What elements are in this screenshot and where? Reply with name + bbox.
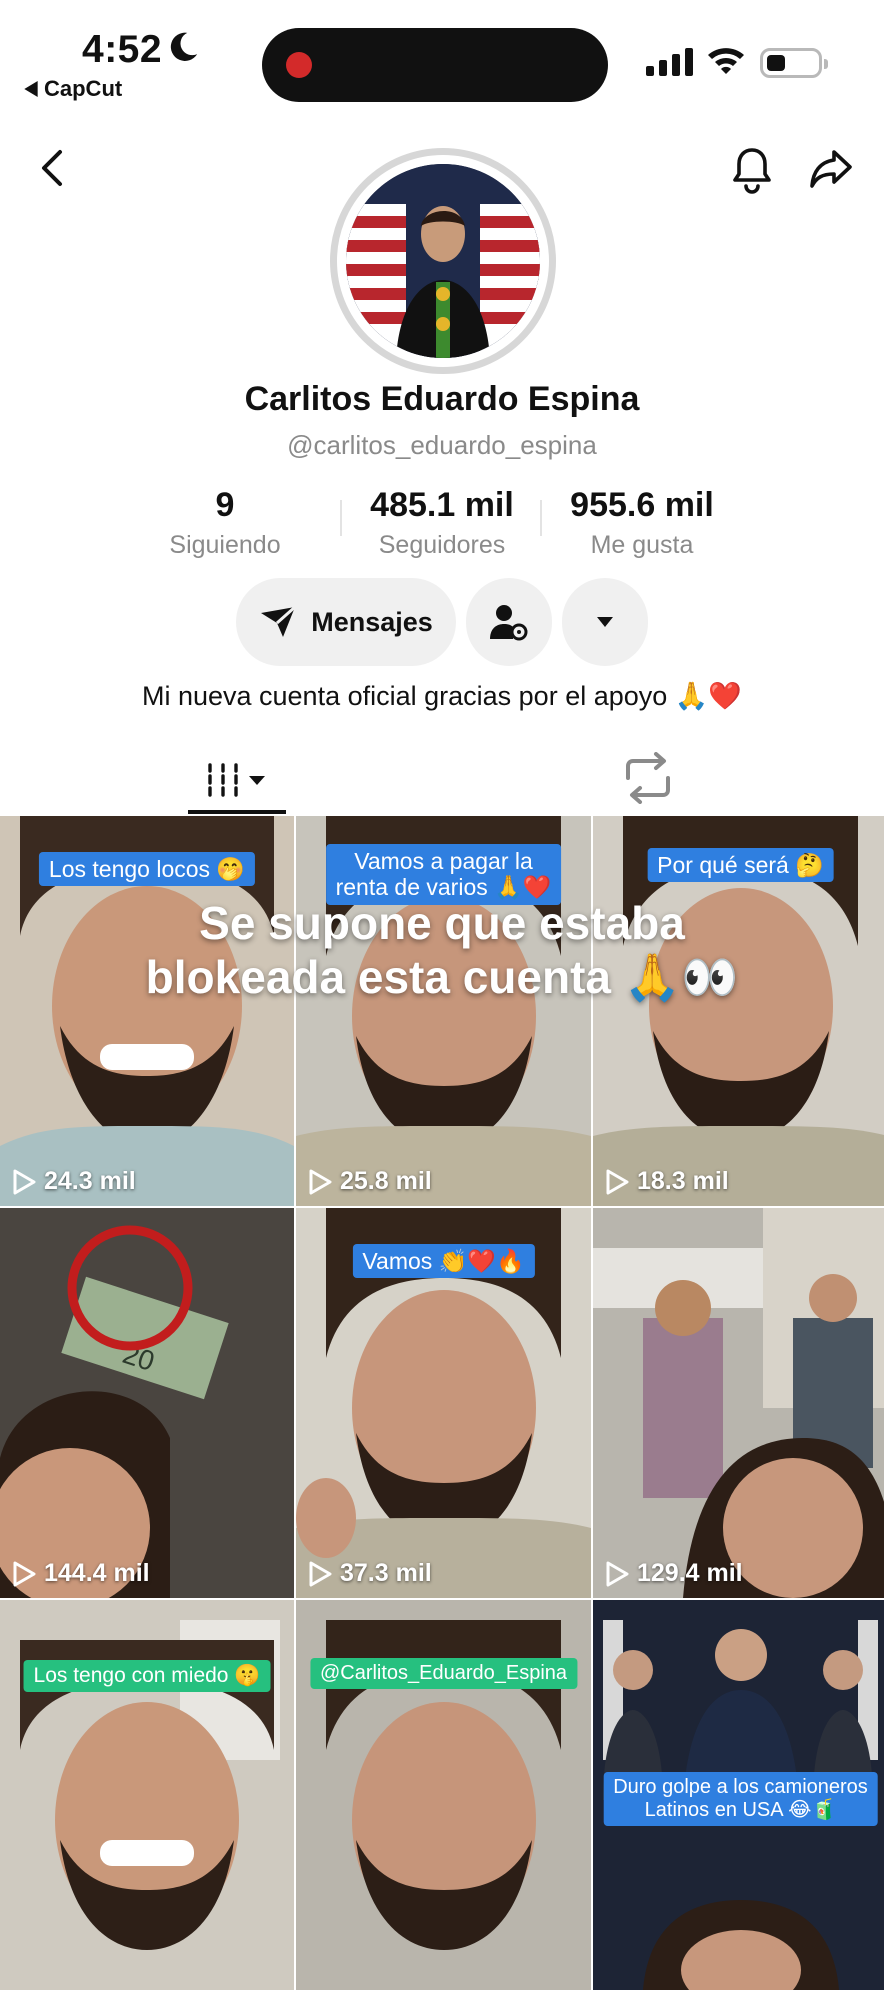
video-view-count: 18.3 mil [637,1167,729,1195]
video-caption: @Carlitos_Eduardo_Espina [309,1658,578,1689]
profile-name: Carlitos Eduardo Espina [244,380,640,418]
stat-divider [540,500,542,536]
video-views: 25.8 mil [308,1167,432,1196]
message-button-label: Mensajes [311,606,433,637]
video-view-count: 144.4 mil [44,1559,150,1587]
video-tile[interactable]: 20 144.4 mil [0,1208,294,1598]
stat-following-value: 9 [215,486,235,524]
play-icon [13,1561,36,1586]
play-icon [606,1169,629,1194]
overlay-caption: Se supone que estaba blokeada esta cuent… [0,896,884,1005]
video-views: 144.4 mil [12,1559,150,1588]
message-button[interactable]: Mensajes [236,578,456,666]
video-tile[interactable]: Por qué será 🤔 18.3 mil [593,816,884,1206]
stat-divider [340,500,342,536]
back-to-app-link[interactable]: CapCut [24,76,122,102]
video-caption: Los tengo locos 🤭 [38,852,256,887]
stat-likes-value: 955.6 mil [570,486,714,524]
play-icon [13,1169,36,1194]
dynamic-island [262,28,608,102]
back-chevron-icon[interactable] [36,146,70,190]
caret-down-icon [597,617,613,627]
play-icon [309,1561,332,1586]
more-options-button[interactable] [562,578,648,666]
send-paper-plane-icon [261,605,297,637]
profile-bio: Mi nueva cuenta oficial gracias por el a… [141,681,743,711]
stat-likes-label: Me gusta [590,531,694,559]
video-views: 129.4 mil [605,1559,743,1588]
repost-icon[interactable] [620,752,676,804]
video-views: 37.3 mil [308,1559,432,1588]
back-triangle-icon [24,81,38,97]
video-caption-line: Duro golpe a los camioneros [613,1776,868,1798]
play-icon [606,1561,629,1586]
video-grid-icon [208,763,265,797]
moon-icon [170,32,198,61]
profile-handle: @carlitos_eduardo_espina [287,430,597,460]
video-thumbnail: 20 [0,1208,294,1598]
wifi-icon [708,48,744,74]
video-tile[interactable]: @Carlitos_Eduardo_Espina [296,1600,591,1990]
video-views: 18.3 mil [605,1167,729,1196]
video-caption-line: Latinos en USA 😂🧃 [644,1799,837,1821]
video-caption: Por qué será 🤔 [647,848,834,883]
video-thumbnail [593,1208,884,1598]
battery-icon [760,48,828,78]
tab-videos[interactable] [190,750,286,810]
video-tile[interactable]: 129.4 mil [593,1208,884,1598]
video-tile[interactable]: Duro golpe a los camioneros Latinos en U… [593,1600,884,1990]
stat-followers-label: Seguidores [378,531,506,559]
video-caption-line: Vamos a pagar la [354,848,533,874]
follow-settings-button[interactable] [466,578,552,666]
active-tab-indicator [188,810,286,814]
video-tile[interactable]: Los tengo con miedo 🤫 [0,1600,294,1990]
video-caption: Vamos 👏❤️🔥 [352,1244,535,1279]
video-caption: Los tengo con miedo 🤫 [23,1660,271,1693]
stat-likes[interactable]: 955.6 mil Me gusta [554,486,730,560]
video-view-count: 24.3 mil [44,1167,136,1195]
bell-icon[interactable] [730,144,774,194]
overlay-caption-line: Se supone que estaba [199,897,685,949]
video-caption: Duro golpe a los camioneros Latinos en U… [603,1772,878,1826]
status-time: 4:52 [82,28,163,71]
cellular-signal-icon [646,48,693,76]
avatar[interactable] [346,164,540,358]
video-thumbnail [0,1600,294,1990]
stat-following-label: Siguiendo [169,531,281,559]
video-view-count: 37.3 mil [340,1559,432,1587]
stat-followers-value: 485.1 mil [370,486,514,524]
video-tile[interactable]: Vamos a pagar la renta de varios 🙏❤️ 25.… [296,816,591,1206]
video-tile[interactable]: Los tengo locos 🤭 24.3 mil [0,816,294,1206]
video-tile[interactable]: Vamos 👏❤️🔥 37.3 mil [296,1208,591,1598]
user-settings-icon [490,605,528,641]
play-icon [309,1169,332,1194]
avatar-image [346,164,540,358]
stat-following[interactable]: 9 Siguiendo [160,486,290,560]
video-views: 24.3 mil [12,1167,136,1196]
back-app-label: CapCut [44,76,123,101]
overlay-caption-line: blokeada esta cuenta 🙏👀 [145,951,739,1004]
video-view-count: 129.4 mil [637,1559,743,1587]
recording-indicator [286,52,312,78]
share-arrow-icon[interactable] [808,146,854,190]
video-view-count: 25.8 mil [340,1167,432,1195]
stat-followers[interactable]: 485.1 mil Seguidores [356,486,528,560]
